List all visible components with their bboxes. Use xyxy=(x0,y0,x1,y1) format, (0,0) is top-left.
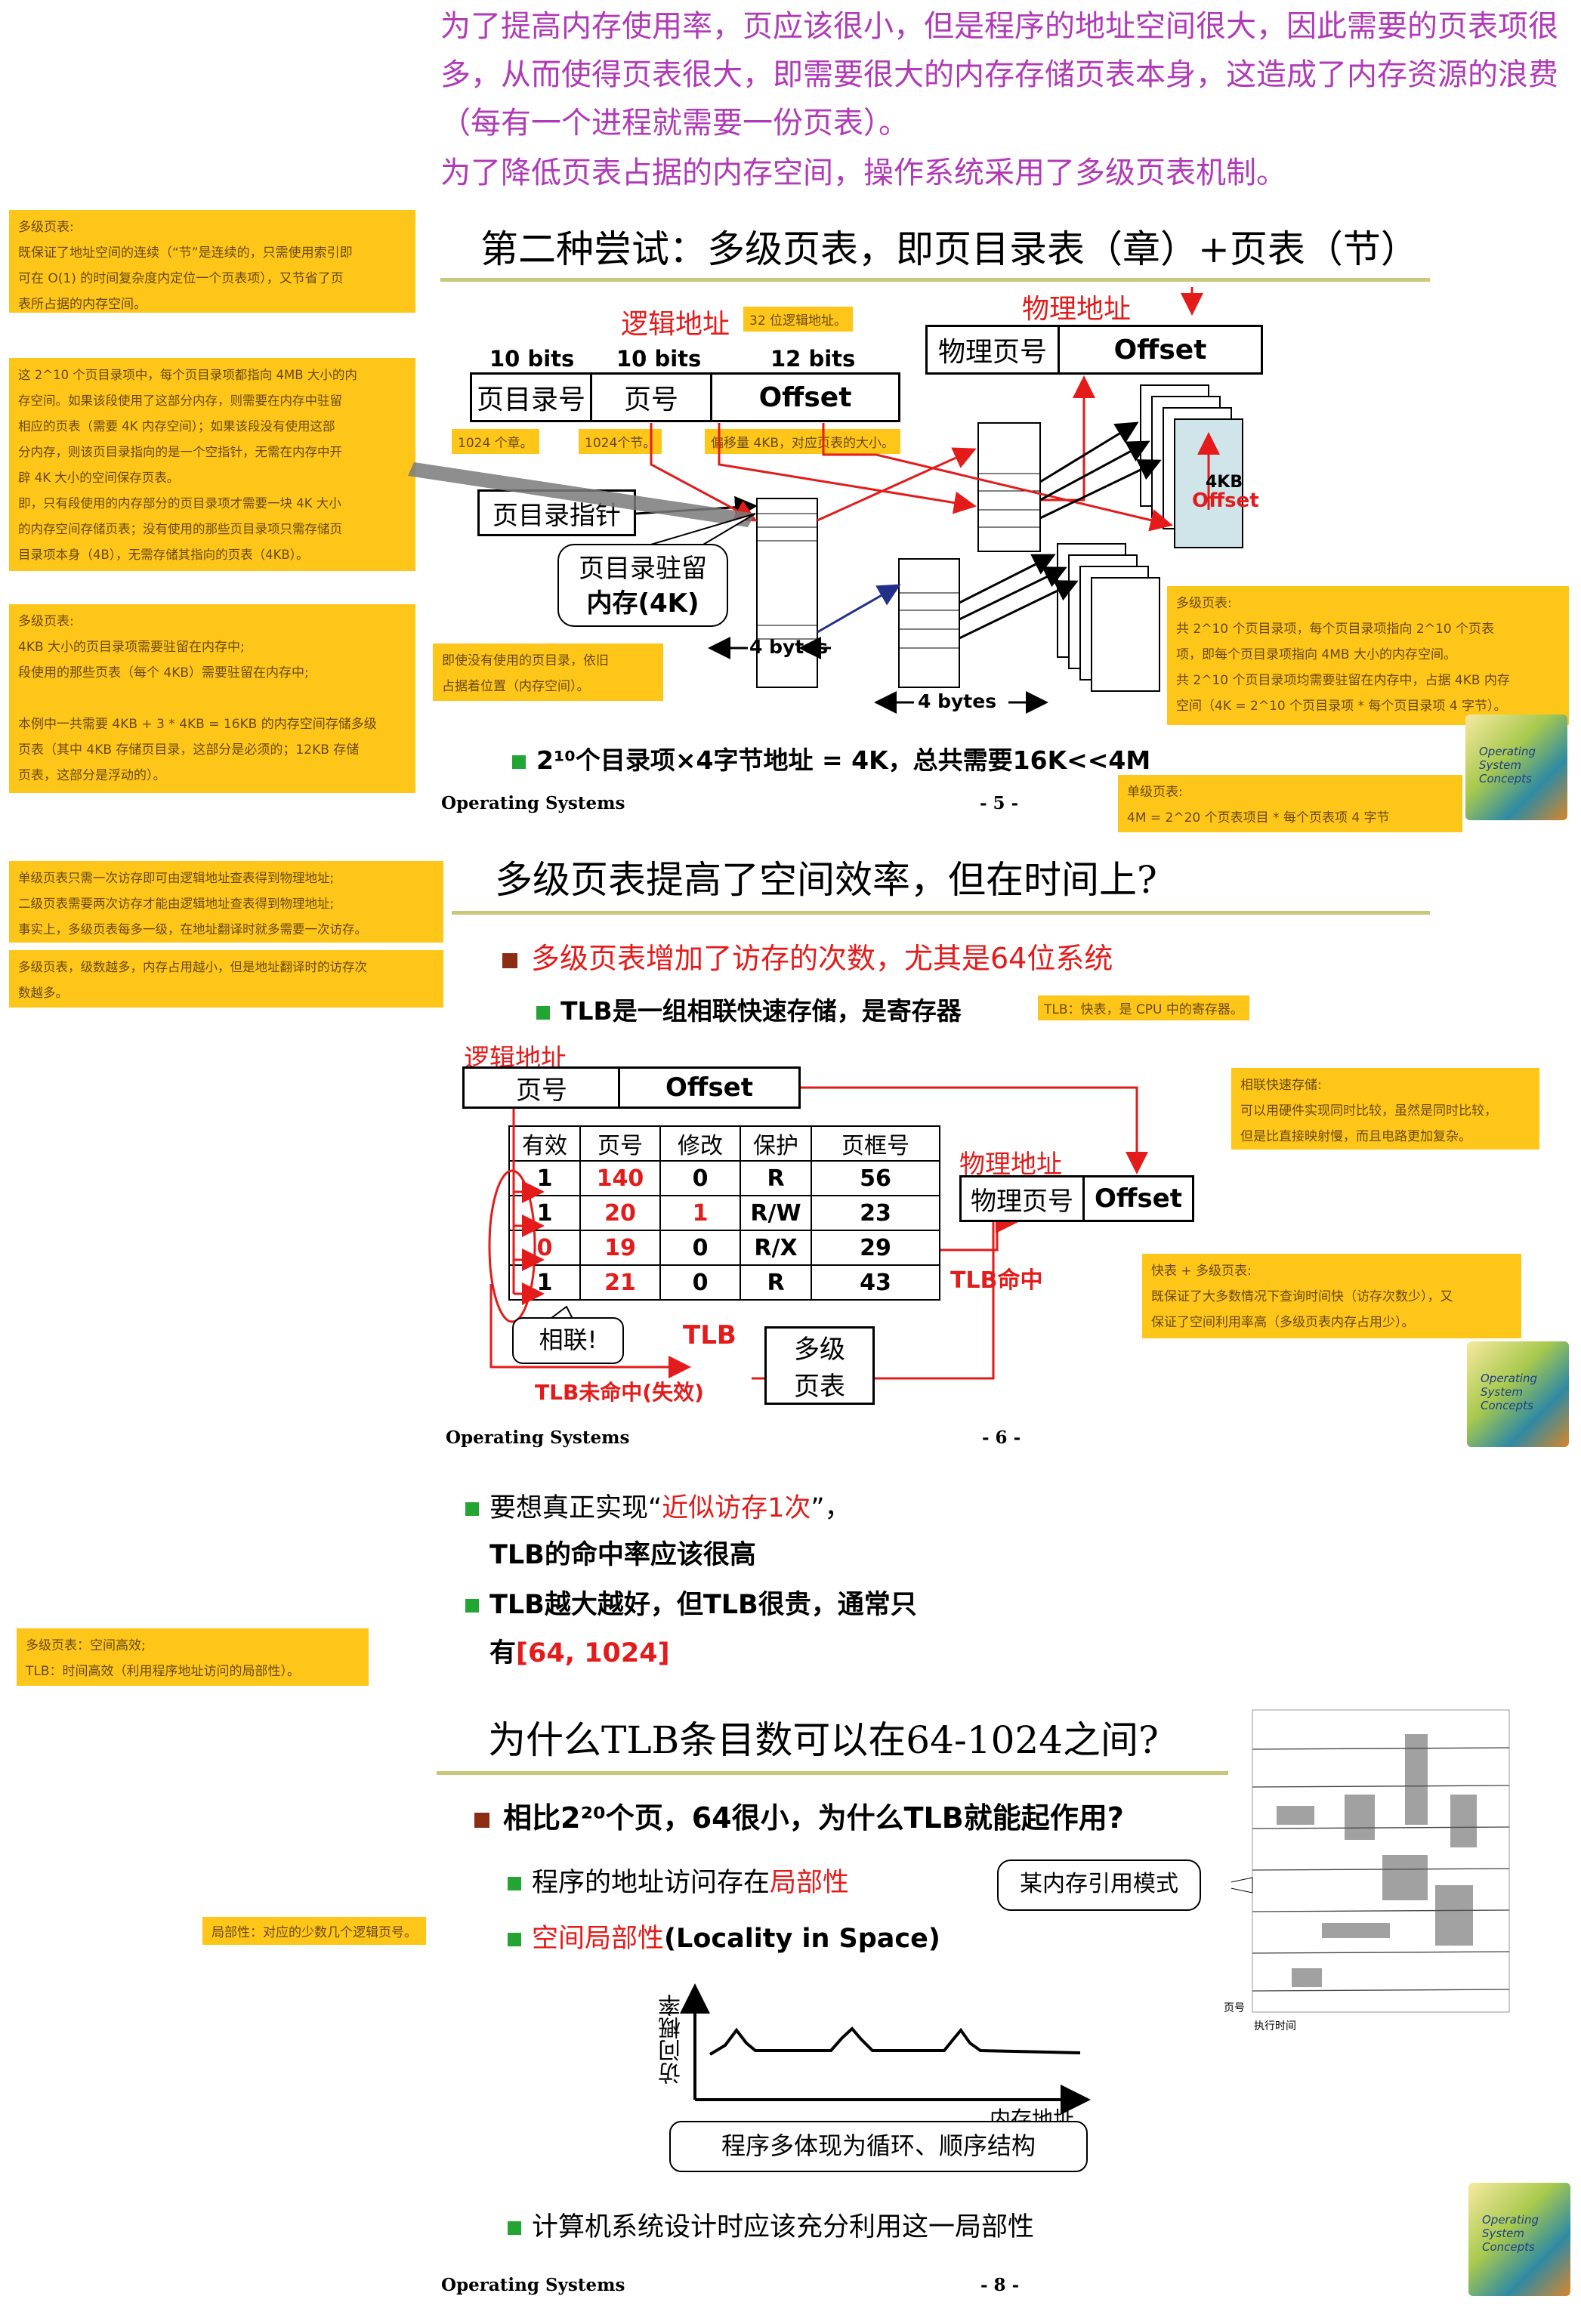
note-single-level: 单级页表: 4M = 2^20 个页表项目 * 每个页表项 4 字节 xyxy=(1118,775,1462,832)
bullet-square xyxy=(536,1005,550,1020)
scatter-y-label: 页号 xyxy=(1224,2002,1245,2014)
slide8-footer-left: Operating Systems xyxy=(441,2275,625,2295)
slide8-bullet1: 相比2²⁰个页，64很小，为什么TLB就能起作用? xyxy=(474,1795,1124,1836)
multilevel-table-box: 多级 页表 xyxy=(764,1326,875,1405)
slide6-footer-page: - 6 - xyxy=(982,1427,1021,1448)
slide5-bottom-line: 2¹⁰个目录项×4字节地址 = 4K，总共需要16K<<4M xyxy=(512,740,1150,776)
slide8-bullet3: 计算机系统设计时应该充分利用这一局部性 xyxy=(508,2205,1034,2244)
note-space-time: 多级页表：空间高效; TLB：时间高效（利用程序地址访问的局部性）。 xyxy=(17,1628,369,1686)
bullet-square xyxy=(508,1877,521,1890)
tlb-hit-label: TLB命中 xyxy=(950,1267,1043,1294)
slide7-bullet2: TLB越大越好，但TLB很贵，通常只 xyxy=(465,1583,917,1622)
note-tlb-register: TLB：快表，是 CPU 中的寄存器。 xyxy=(1038,995,1249,1020)
graph-y-axis-label: 访问概率 xyxy=(659,1994,685,2085)
slide6-bullet2: TLB是一组相联快速存储，是寄存器 xyxy=(536,991,962,1027)
bullet-square xyxy=(508,1933,521,1946)
slide7-bullet1: 要想真正实现“近似访存1次”， xyxy=(465,1486,851,1525)
slide7-bullet1-line2: TLB的命中率应该很高 xyxy=(489,1540,756,1570)
slide8-title: 为什么TLB条目数可以在64-1024之间? xyxy=(488,1718,1159,1762)
four-bytes-b: 4 bytes xyxy=(918,690,997,712)
bullet-square xyxy=(465,1502,479,1516)
bullet-square xyxy=(474,1812,489,1828)
slide6-bullet1: 多级页表增加了访存的次数，尤其是64位系统 xyxy=(502,935,1113,977)
bullet-square xyxy=(512,755,526,769)
four-bytes-a: 4 bytes xyxy=(749,636,829,658)
resident-callout: 页目录驻留 内存(4K) xyxy=(557,544,728,627)
graph-caption: 程序多体现为循环、顺序结构 xyxy=(669,2121,1088,2172)
tlb-label: TLB xyxy=(683,1320,736,1350)
slide6-title: 多级页表提高了空间效率，但在时间上? xyxy=(495,858,1157,902)
note-unused-dirs: 即使没有使用的页目录，依旧 占据着位置（内存空间）。 xyxy=(433,643,663,701)
page-offset-label: Offset xyxy=(1192,489,1259,512)
book-cover-icon: Operating System Concepts xyxy=(1465,714,1567,820)
book-cover-icon: Operating System Concepts xyxy=(1468,2183,1570,2296)
bullet-square xyxy=(465,1599,479,1613)
slide6-footer-left: Operating Systems xyxy=(446,1427,630,1448)
slide8-sub2: 空间局部性(Locality in Space) xyxy=(508,1917,940,1955)
slide8-footer-page: - 8 - xyxy=(980,2275,1020,2295)
slide5-title-rule xyxy=(440,278,1430,282)
note-dir-count: 多级页表: 共 2^10 个页目录项，每个页目录项指向 2^10 个页表 项，即… xyxy=(1167,586,1569,725)
book-cover-icon: Operating System Concepts xyxy=(1467,1341,1569,1447)
note-multilevel-summary: 多级页表: 既保证了地址空间的连续（“节”是连续的，只需使用索引即 可在 O(1… xyxy=(9,210,415,313)
note-locality: 局部性：对应的少数几个逻辑页号。 xyxy=(202,1917,426,1945)
slide6-phys-page: 物理页号 xyxy=(959,1175,1085,1222)
slide8-title-rule xyxy=(437,1771,1228,1775)
intro-line-3: （每有一个进程就需要一份页表）。 xyxy=(440,106,909,140)
tlb-miss-label: TLB未命中(失效) xyxy=(535,1380,704,1405)
bullet-square xyxy=(502,952,517,968)
memory-reference-scatter xyxy=(1231,1709,1510,2013)
slide6-phys-offset: Offset xyxy=(1082,1175,1194,1222)
locality-graph xyxy=(680,1983,1091,2115)
intro-line-1: 为了提高内存使用率，页应该很小，但是程序的地址空间很大，因此需要的页表项很 xyxy=(440,9,1558,44)
slide5-footer-left: Operating Systems xyxy=(441,793,625,813)
note-fast-table: 快表 + 多级页表: 既保证了大多数情况下查询时间快（访存次数少），又 保证了空… xyxy=(1142,1254,1521,1338)
bullet-square xyxy=(508,2221,521,2235)
slide5-title: 第二种尝试：多级页表，即页目录表（章）+页表（节） xyxy=(480,227,1419,271)
note-access-count: 单级页表只需一次访存即可由逻辑地址查表得到物理地址; 二级页表需要两次访存才能由… xyxy=(9,861,443,943)
note-directory-entries: 这 2^10 个页目录项中，每个页目录项都指向 4MB 大小的内 存空间。如果该… xyxy=(9,358,415,571)
scatter-x-label: 执行时间 xyxy=(1254,2020,1296,2032)
slide8-sub1: 程序的地址访问存在局部性 xyxy=(508,1861,849,1900)
assoc-callout: 相联! xyxy=(512,1317,624,1364)
note-level-tradeoff: 多级页表，级数越多，内存占用越小，但是地址翻译时的访存次 数越多。 xyxy=(9,950,443,1008)
note-assoc-storage: 相联快速存储: 可以用硬件实现同时比较，虽然是同时比较， 但是比直接映射慢，而且… xyxy=(1231,1068,1539,1150)
slide6-title-rule xyxy=(452,911,1430,915)
slide5-footer-page: - 5 - xyxy=(980,793,1019,813)
intro-line-4: 为了降低页表占据的内存空间，操作系统采用了多级页表机制。 xyxy=(440,156,1286,190)
note-resident-memory: 多级页表: 4KB 大小的页目录项需要驻留在内存中; 段使用的那些页表（每个 4… xyxy=(9,604,415,793)
memory-pattern-callout: 某内存引用模式 xyxy=(997,1860,1201,1911)
slide7-bullet2-line2: 有[64, 1024] xyxy=(489,1638,670,1668)
intro-line-2: 多，从而使得页表很大，即需要很大的内存存储页表本身，这造成了内存资源的浪费 xyxy=(440,57,1558,92)
